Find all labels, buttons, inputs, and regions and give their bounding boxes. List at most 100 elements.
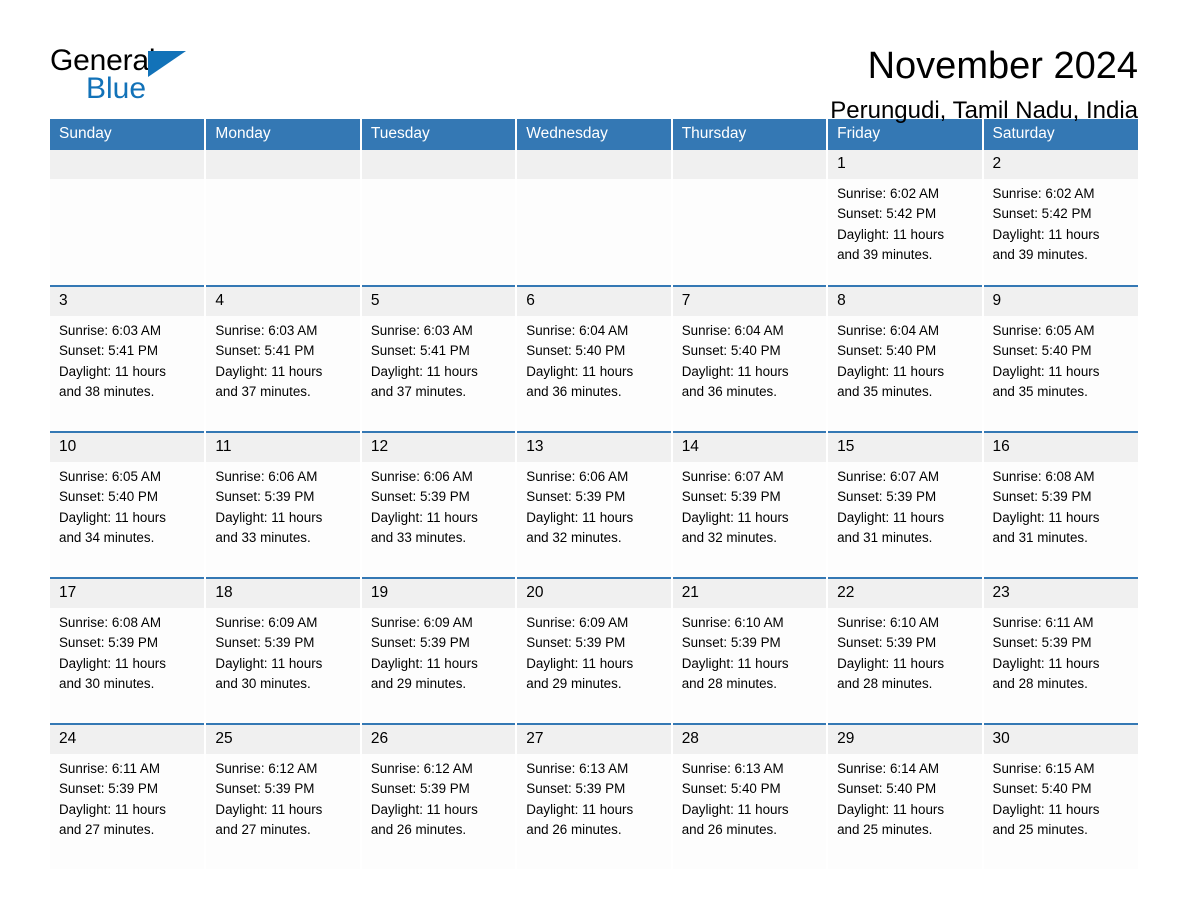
calendar-day-cell[interactable]: 1 Sunrise: 6:02 AM Sunset: 5:42 PM Daylight…	[827, 150, 984, 286]
daylight-text-line1: Daylight: 11 hours	[837, 801, 945, 817]
day-number	[50, 150, 205, 179]
daylight-text-line2: and 39 minutes.	[992, 246, 1088, 262]
calendar-day-cell[interactable]: 23 Sunrise: 6:11 AM Sunset: 5:39 PM Dayligh…	[982, 577, 1138, 724]
daylight-text-line1: Daylight: 11 hours	[837, 509, 945, 525]
day-number: 28	[672, 725, 827, 754]
calendar-day-cell[interactable]: 15 Sunrise: 6:07 AM Sunset: 5:39 PM Dayligh…	[827, 431, 984, 578]
calendar-day-cell[interactable]: 7 Sunrise: 6:04 AM Sunset: 5:40 PM Daylight…	[671, 285, 829, 432]
daylight-text-line2: and 28 minutes.	[837, 675, 933, 691]
day-number: 16	[983, 433, 1138, 462]
calendar-day-cell[interactable]: 25 Sunrise: 6:12 AM Sunset: 5:39 PM Dayligh…	[205, 723, 362, 869]
day-details: Sunrise: 6:09 AM Sunset: 5:39 PM Daylight:…	[206, 608, 359, 694]
daylight-text-line2: and 35 minutes.	[992, 383, 1088, 399]
daylight-text-line2: and 27 minutes.	[59, 821, 155, 837]
sunrise-text: Sunrise: 6:09 AM	[526, 615, 629, 630]
day-cell-body	[50, 179, 204, 285]
calendar-week-row: 3 Sunrise: 6:03 AM Sunset: 5:41 PM Daylight…	[50, 285, 1138, 432]
calendar-day-cell[interactable]: 4 Sunrise: 6:03 AM Sunset: 5:41 PM Daylight…	[205, 285, 362, 432]
calendar-day-cell[interactable]: 30 Sunrise: 6:15 AM Sunset: 5:40 PM Dayligh…	[982, 723, 1138, 869]
sunset-text: Sunset: 5:39 PM	[59, 635, 158, 651]
calendar-day-cell[interactable]: 24 Sunrise: 6:11 AM Sunset: 5:39 PM Dayligh…	[50, 723, 207, 869]
calendar-day-cell[interactable]: 2 Sunrise: 6:02 AM Sunset: 5:42 PM Daylight…	[982, 150, 1138, 286]
day-details: Sunrise: 6:04 AM Sunset: 5:40 PM Daylight:…	[828, 316, 981, 402]
day-number: 4	[206, 287, 360, 316]
calendar-day-cell[interactable]: 22 Sunrise: 6:10 AM Sunset: 5:39 PM Dayligh…	[827, 577, 984, 724]
day-cell-body: Sunrise: 6:06 AM Sunset: 5:39 PM Daylight:…	[206, 462, 359, 577]
day-details: Sunrise: 6:12 AM Sunset: 5:39 PM Daylight:…	[206, 754, 359, 840]
calendar-day-cell[interactable]: 6 Sunrise: 6:04 AM Sunset: 5:40 PM Daylight…	[516, 285, 673, 432]
day-cell-body: Sunrise: 6:07 AM Sunset: 5:39 PM Daylight:…	[673, 462, 826, 577]
sunrise-text: Sunrise: 6:13 AM	[681, 761, 784, 776]
day-cell-body	[517, 179, 670, 285]
calendar-day-cell[interactable]: 11 Sunrise: 6:06 AM Sunset: 5:39 PM Dayligh…	[205, 431, 362, 578]
calendar-day-cell[interactable]: 26 Sunrise: 6:12 AM Sunset: 5:39 PM Dayligh…	[360, 723, 518, 869]
calendar-day-cell[interactable]: 17 Sunrise: 6:08 AM Sunset: 5:39 PM Dayligh…	[50, 577, 207, 724]
day-number: 17	[50, 579, 205, 608]
daylight-text-line1: Daylight: 11 hours	[837, 226, 945, 242]
day-cell-body: Sunrise: 6:08 AM Sunset: 5:39 PM Daylight:…	[50, 608, 204, 723]
sunrise-text: Sunrise: 6:13 AM	[526, 761, 629, 776]
day-cell-body: Sunrise: 6:07 AM Sunset: 5:39 PM Daylight:…	[828, 462, 981, 577]
daylight-text-line2: and 28 minutes.	[992, 675, 1088, 691]
sunset-text: Sunset: 5:40 PM	[526, 343, 626, 359]
daylight-text-line2: and 31 minutes.	[837, 529, 933, 545]
calendar-day-cell[interactable]: 16 Sunrise: 6:08 AM Sunset: 5:39 PM Dayligh…	[982, 431, 1138, 578]
daylight-text-line1: Daylight: 11 hours	[837, 655, 945, 671]
day-cell-body: Sunrise: 6:05 AM Sunset: 5:40 PM Daylight:…	[984, 316, 1138, 431]
calendar-day-cell[interactable]: 20 Sunrise: 6:09 AM Sunset: 5:39 PM Dayligh…	[516, 577, 673, 724]
calendar-day-cell[interactable]: 13 Sunrise: 6:06 AM Sunset: 5:39 PM Dayligh…	[516, 431, 673, 578]
calendar-page: General Blue November 2024 Perungudi, Ta…	[0, 0, 1188, 918]
daylight-text-line2: and 36 minutes.	[526, 383, 622, 399]
daylight-text-line2: and 32 minutes.	[681, 529, 777, 545]
daylight-text-line2: and 36 minutes.	[681, 383, 777, 399]
day-details: Sunrise: 6:06 AM Sunset: 5:39 PM Daylight:…	[206, 462, 359, 548]
sunrise-text: Sunrise: 6:02 AM	[837, 186, 940, 201]
day-details: Sunrise: 6:14 AM Sunset: 5:40 PM Daylight:…	[828, 754, 981, 840]
day-cell-body: Sunrise: 6:04 AM Sunset: 5:40 PM Daylight:…	[673, 316, 826, 431]
calendar-day-cell[interactable]: 14 Sunrise: 6:07 AM Sunset: 5:39 PM Dayligh…	[671, 431, 829, 578]
calendar-day-cell[interactable]: 3 Sunrise: 6:03 AM Sunset: 5:41 PM Daylight…	[50, 285, 207, 432]
day-cell-body: Sunrise: 6:04 AM Sunset: 5:40 PM Daylight:…	[828, 316, 981, 431]
day-number: 29	[828, 725, 982, 754]
day-cell-body: Sunrise: 6:06 AM Sunset: 5:39 PM Daylight:…	[362, 462, 515, 577]
day-cell-body: Sunrise: 6:02 AM Sunset: 5:42 PM Daylight:…	[984, 179, 1138, 285]
daylight-text-line2: and 30 minutes.	[59, 675, 155, 691]
calendar-day-cell[interactable]: 18 Sunrise: 6:09 AM Sunset: 5:39 PM Dayligh…	[205, 577, 362, 724]
sunrise-text: Sunrise: 6:14 AM	[837, 761, 940, 776]
sunrise-text: Sunrise: 6:03 AM	[215, 323, 318, 338]
calendar-day-cell[interactable]: 21 Sunrise: 6:10 AM Sunset: 5:39 PM Dayligh…	[671, 577, 829, 724]
calendar-day-cell[interactable]: 29 Sunrise: 6:14 AM Sunset: 5:40 PM Dayligh…	[827, 723, 984, 869]
day-details: Sunrise: 6:11 AM Sunset: 5:39 PM Daylight:…	[984, 608, 1138, 694]
daylight-text-line1: Daylight: 11 hours	[526, 509, 634, 525]
calendar-day-cell[interactable]: 28 Sunrise: 6:13 AM Sunset: 5:40 PM Dayligh…	[671, 723, 829, 869]
daylight-text-line2: and 39 minutes.	[837, 246, 933, 262]
daylight-text-line2: and 38 minutes.	[59, 383, 155, 399]
day-cell-body: Sunrise: 6:03 AM Sunset: 5:41 PM Daylight:…	[206, 316, 359, 431]
calendar-body: 1 Sunrise: 6:02 AM Sunset: 5:42 PM Daylight…	[50, 150, 1138, 869]
logo-text-blue: Blue	[86, 72, 147, 105]
calendar-day-cell[interactable]: 10 Sunrise: 6:05 AM Sunset: 5:40 PM Dayligh…	[50, 431, 207, 578]
calendar-day-cell[interactable]: 27 Sunrise: 6:13 AM Sunset: 5:39 PM Dayligh…	[516, 723, 673, 869]
generalblue-logo[interactable]: General Blue	[50, 44, 200, 106]
sunset-text: Sunset: 5:39 PM	[837, 635, 937, 651]
day-details: Sunrise: 6:10 AM Sunset: 5:39 PM Daylight:…	[673, 608, 826, 694]
sunset-text: Sunset: 5:39 PM	[215, 781, 315, 797]
calendar-day-cell[interactable]: 19 Sunrise: 6:09 AM Sunset: 5:39 PM Dayligh…	[360, 577, 518, 724]
sunrise-text: Sunrise: 6:03 AM	[370, 323, 473, 338]
sunset-text: Sunset: 5:39 PM	[681, 635, 781, 651]
daylight-text-line2: and 30 minutes.	[215, 675, 311, 691]
calendar-day-cell[interactable]: 12 Sunrise: 6:06 AM Sunset: 5:39 PM Dayligh…	[360, 431, 518, 578]
sunrise-text: Sunrise: 6:11 AM	[992, 615, 1094, 630]
day-details: Sunrise: 6:15 AM Sunset: 5:40 PM Daylight:…	[984, 754, 1138, 840]
calendar-day-cell[interactable]: 5 Sunrise: 6:03 AM Sunset: 5:41 PM Daylight…	[360, 285, 518, 432]
day-cell-body	[206, 179, 359, 285]
day-number: 27	[517, 725, 671, 754]
calendar-day-cell[interactable]: 8 Sunrise: 6:04 AM Sunset: 5:40 PM Daylight…	[827, 285, 984, 432]
day-number: 25	[206, 725, 360, 754]
sunset-text: Sunset: 5:39 PM	[526, 635, 626, 651]
calendar-day-cell-empty	[205, 150, 362, 286]
day-number: 22	[828, 579, 982, 608]
calendar-day-cell[interactable]: 9 Sunrise: 6:05 AM Sunset: 5:40 PM Daylight…	[982, 285, 1138, 432]
daylight-text-line1: Daylight: 11 hours	[992, 509, 1100, 525]
daylight-text-line1: Daylight: 11 hours	[681, 801, 789, 817]
